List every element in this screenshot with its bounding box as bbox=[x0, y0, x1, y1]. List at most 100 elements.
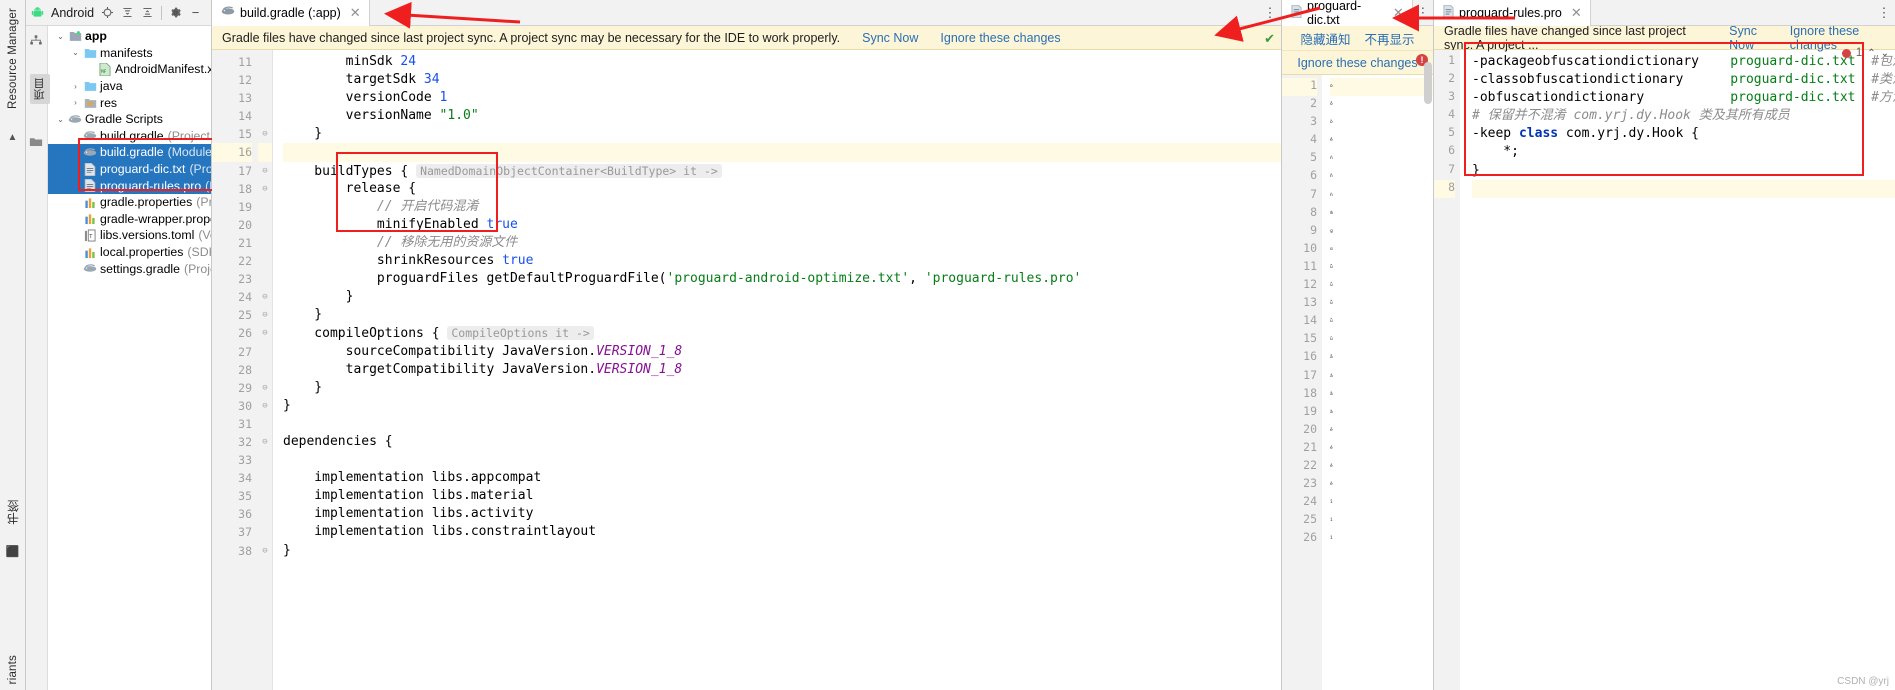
code-line[interactable]: } bbox=[283, 306, 1281, 324]
bookmarks-tool-button[interactable]: 书签 bbox=[4, 500, 21, 524]
rules-sync-now-link[interactable]: Sync Now bbox=[1729, 24, 1774, 52]
tab-proguard-rules[interactable]: proguard-rules.pro ✕ bbox=[1434, 0, 1591, 26]
dic-line[interactable]: ǎ bbox=[1330, 386, 1433, 404]
rules-line[interactable]: # 保留并不混淆 com.yrj.dy.Hook 类及其所有成员 bbox=[1472, 107, 1895, 125]
project-file-tree[interactable]: ⌄app⌄manifestsMFAndroidManifest.xml›java… bbox=[48, 26, 211, 690]
collapse-all-icon[interactable] bbox=[139, 4, 156, 21]
code-line[interactable] bbox=[283, 143, 1281, 162]
code-line[interactable]: targetCompatibility JavaVersion.VERSION_… bbox=[283, 361, 1281, 379]
dic-line[interactable]: ē bbox=[1330, 422, 1433, 440]
expand-all-icon[interactable] bbox=[119, 4, 136, 21]
dic-line[interactable]: ǖ bbox=[1330, 259, 1433, 277]
dic-line[interactable]: ǹ bbox=[1330, 187, 1433, 205]
dic-line[interactable]: ɑ bbox=[1330, 241, 1433, 259]
code-viewport[interactable]: 11 12 13 14 15 16 17 18 19 20 21 22 23 24 25 26 27 28 29 30… bbox=[212, 50, 1281, 690]
dic-line[interactable]: è bbox=[1330, 476, 1433, 494]
folder-icon[interactable] bbox=[29, 136, 43, 151]
code-line[interactable]: shrinkResources true bbox=[283, 252, 1281, 270]
close-icon[interactable]: ✕ bbox=[1393, 5, 1404, 21]
dic-viewport[interactable]: 1 2 3 4 5 6 7 8 9 10 11 12 13 14 15 16 17 18 19 20 21 22 23 24 2… bbox=[1282, 75, 1433, 690]
rules-line[interactable] bbox=[1472, 179, 1895, 198]
rules-line[interactable]: -keep class com.yrj.dy.Hook { bbox=[1472, 125, 1895, 143]
fold-marker-icon[interactable]: ⊖ bbox=[258, 288, 272, 306]
dic-line[interactable]: ǜ bbox=[1330, 313, 1433, 331]
dic-ignore-changes-link[interactable]: Ignore these changes bbox=[1297, 56, 1417, 70]
rules-line[interactable]: *; bbox=[1472, 143, 1895, 161]
code-line[interactable]: } bbox=[283, 397, 1281, 415]
project-tab-label[interactable]: 项目 bbox=[30, 74, 50, 104]
dic-line[interactable]: ü bbox=[1330, 331, 1433, 349]
tree-node-gradle-properties[interactable]: gradle.properties(Project Pro bbox=[48, 194, 211, 211]
code-line[interactable]: compileOptions { CompileOptions it -> bbox=[283, 324, 1281, 342]
tree-node-proguard-dic-txt[interactable]: proguard-dic.txt(ProGuard Ru bbox=[48, 160, 211, 178]
resource-tree-icon[interactable] bbox=[29, 34, 43, 51]
tab-proguard-dic[interactable]: proguard-dic.txt ✕ bbox=[1282, 0, 1413, 27]
tree-node-gradle-wrapper-properties[interactable]: gradle-wrapper.properties(G bbox=[48, 211, 211, 228]
code-line[interactable] bbox=[283, 451, 1281, 469]
fold-marker-icon[interactable]: ⊖ bbox=[258, 397, 272, 415]
dic-line[interactable]: ê bbox=[1330, 132, 1433, 150]
rules-line[interactable]: } bbox=[1472, 162, 1895, 180]
dic-line[interactable]: ò bbox=[1330, 114, 1433, 132]
dic-line[interactable]: ī bbox=[1330, 494, 1433, 512]
dic-line[interactable]: í bbox=[1330, 512, 1433, 530]
fold-marker-icon[interactable]: ⊖ bbox=[258, 542, 272, 560]
code-line[interactable]: versionName "1.0" bbox=[283, 107, 1281, 125]
dic-line[interactable]: ň bbox=[1330, 168, 1433, 186]
rules-line[interactable]: -classobfuscationdictionary proguard-dic… bbox=[1472, 71, 1895, 89]
rules-line[interactable]: -packageobfuscationdictionary proguard-d… bbox=[1472, 53, 1895, 71]
dic-line[interactable]: ḿ bbox=[1330, 205, 1433, 223]
chevron-down-icon[interactable]: ⌄ bbox=[1881, 48, 1889, 59]
sync-now-link[interactable]: Sync Now bbox=[862, 31, 918, 45]
code-line[interactable]: buildTypes { NamedDomainObjectContainer<… bbox=[283, 162, 1281, 180]
tree-node-build-gradle[interactable]: build.gradle(Project: Test) bbox=[48, 128, 211, 145]
tree-node-settings-gradle[interactable]: settings.gradle(Project Setting bbox=[48, 260, 211, 277]
tree-node-libs-versions-toml[interactable]: Tlibs.versions.toml(Version Cat bbox=[48, 227, 211, 244]
hide-notification-link[interactable]: 隐藏通知 bbox=[1300, 29, 1350, 48]
chevron-up-icon[interactable]: ⌃ bbox=[1867, 48, 1875, 59]
close-icon[interactable]: ✕ bbox=[1571, 5, 1582, 21]
dic-line[interactable]: ǚ bbox=[1330, 295, 1433, 313]
chevron-down-icon[interactable]: ⌄ bbox=[54, 115, 67, 124]
editor-options-kebab-icon[interactable]: ⋮ bbox=[1259, 0, 1281, 25]
dic-line[interactable]: o bbox=[1330, 78, 1433, 97]
ignore-changes-link[interactable]: Ignore these changes bbox=[940, 31, 1060, 45]
dic-content[interactable]: oǒòêńňǹḿɡɑǖǘǚǜüāáǎàēéěèīíǐ bbox=[1322, 75, 1433, 690]
rules-viewport[interactable]: 1 2 3 4 5 6 7 8 -packageobfuscationdictionary p… bbox=[1434, 50, 1895, 690]
code-line[interactable]: versionCode 1 bbox=[283, 89, 1281, 107]
tree-node-androidmanifest-xml[interactable]: MF AndroidManifest.xml bbox=[48, 61, 211, 78]
dic-line[interactable]: ɡ bbox=[1330, 223, 1433, 241]
code-line[interactable]: release { bbox=[283, 180, 1281, 198]
fold-marker-icon[interactable]: ⊖ bbox=[258, 162, 272, 180]
code-line[interactable]: targetSdk 34 bbox=[283, 71, 1281, 89]
rules-line[interactable]: -obfuscationdictionary proguard-dic.txt … bbox=[1472, 89, 1895, 107]
close-icon[interactable]: ✕ bbox=[350, 5, 361, 21]
code-line[interactable]: implementation libs.material bbox=[283, 487, 1281, 505]
rules-content[interactable]: -packageobfuscationdictionary proguard-d… bbox=[1460, 50, 1895, 690]
tree-node-manifests[interactable]: ⌄ manifests bbox=[48, 45, 211, 62]
code-line[interactable]: } bbox=[283, 542, 1281, 560]
tree-node-app[interactable]: ⌄ app bbox=[48, 28, 211, 45]
hide-panel-icon[interactable]: − bbox=[187, 4, 204, 21]
tree-node-build-gradle[interactable]: build.gradle(Module :app) bbox=[48, 144, 211, 161]
code-line[interactable]: // 移除无用的资源文件 bbox=[283, 234, 1281, 252]
dic-line[interactable]: á bbox=[1330, 368, 1433, 386]
code-line[interactable]: implementation libs.constraintlayout bbox=[283, 523, 1281, 541]
fold-marker-icon[interactable]: ⊖ bbox=[258, 125, 272, 143]
dic-options-kebab-icon[interactable]: ⋮ bbox=[1413, 0, 1433, 25]
chevron-right-icon[interactable]: › bbox=[69, 82, 82, 91]
dic-line[interactable]: ǐ bbox=[1330, 530, 1433, 548]
code-line[interactable]: sourceCompatibility JavaVersion.VERSION_… bbox=[283, 343, 1281, 361]
dic-line[interactable]: ā bbox=[1330, 349, 1433, 367]
tree-node-proguard-rules-pro[interactable]: proguard-rules.pro(ProGuard bbox=[48, 177, 211, 194]
dic-line[interactable]: ń bbox=[1330, 150, 1433, 168]
tree-node-local-properties[interactable]: local.properties(SDK Location bbox=[48, 244, 211, 261]
code-line[interactable] bbox=[283, 415, 1281, 433]
fold-marker-icon[interactable]: ⊖ bbox=[258, 180, 272, 198]
code-line[interactable]: dependencies { bbox=[283, 433, 1281, 451]
code-line[interactable]: } bbox=[283, 379, 1281, 397]
code-line[interactable]: implementation libs.appcompat bbox=[283, 469, 1281, 487]
dic-line[interactable]: ǒ bbox=[1330, 96, 1433, 114]
code-line[interactable]: // 开启代码混淆 bbox=[283, 198, 1281, 216]
collapse-arrow-icon[interactable]: ▲ bbox=[8, 132, 18, 143]
